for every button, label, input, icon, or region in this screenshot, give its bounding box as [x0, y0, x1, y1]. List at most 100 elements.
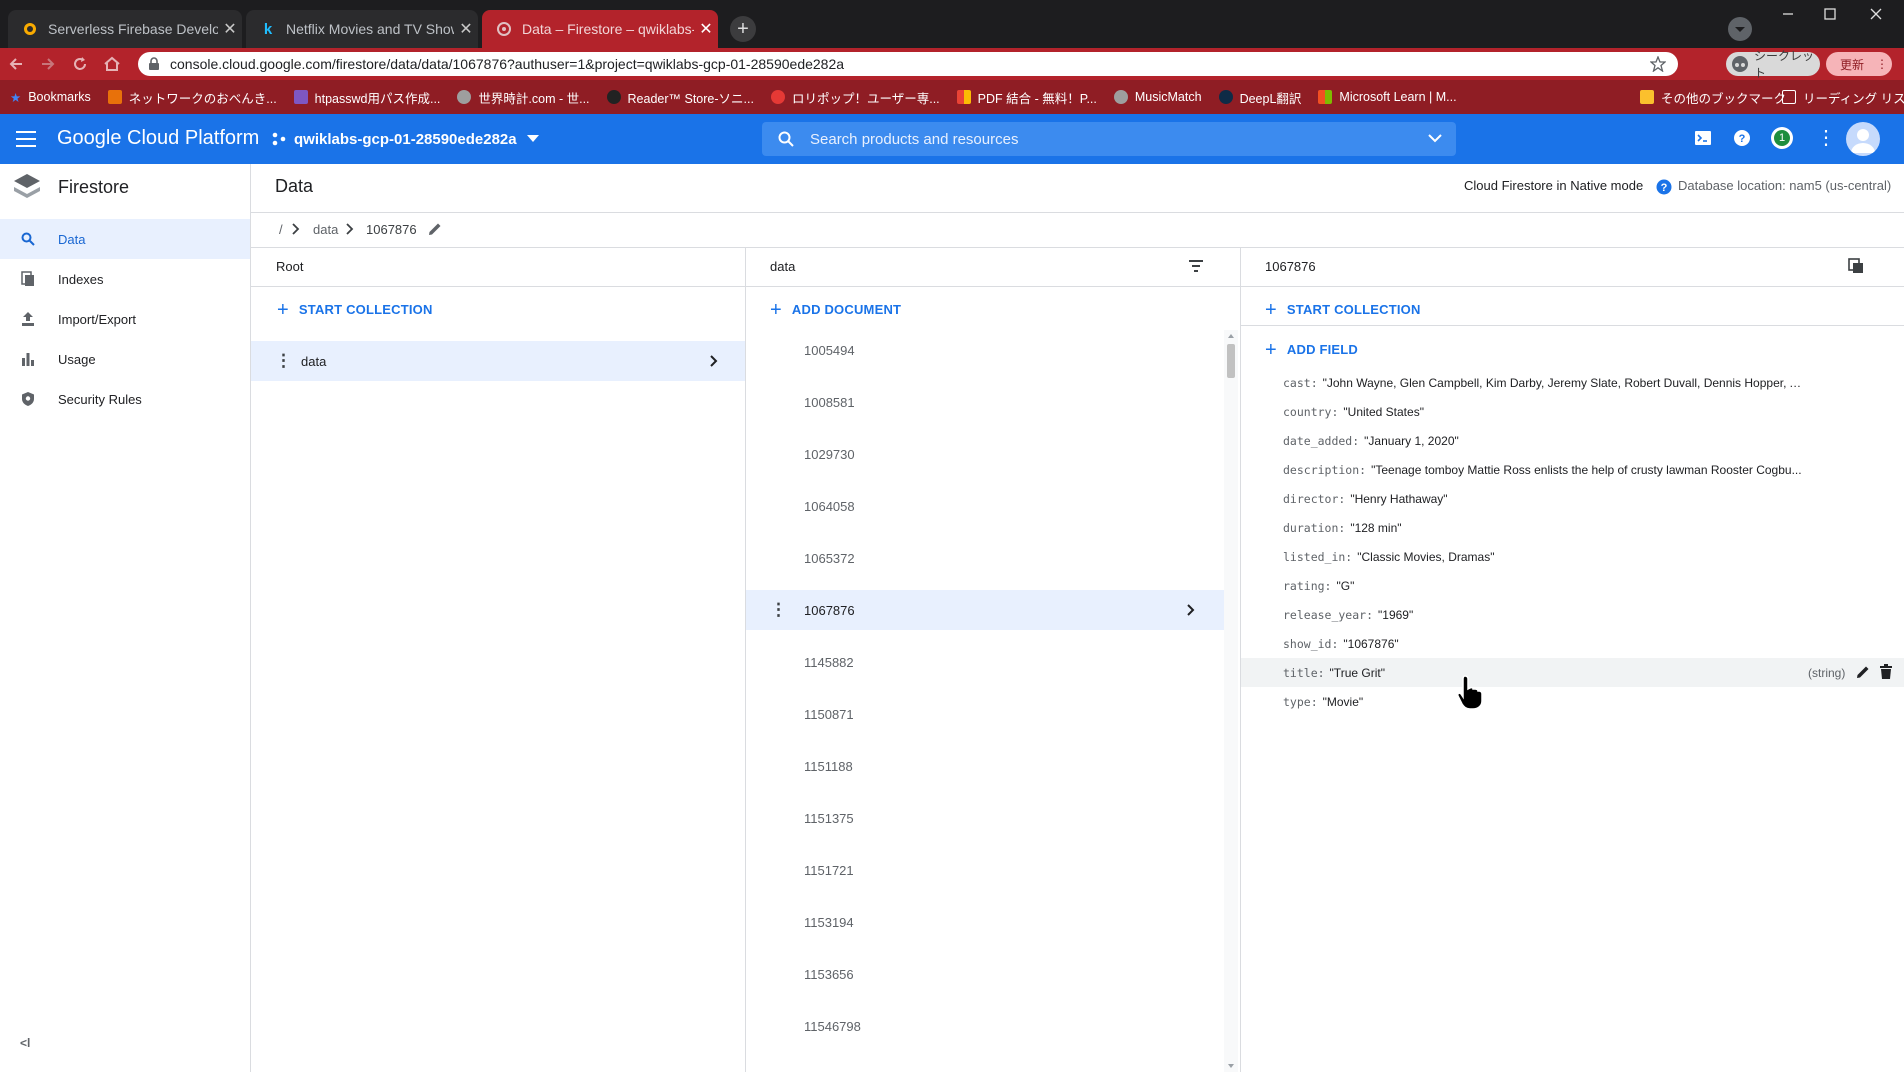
bookmark-item[interactable]: MusicMatch — [1113, 90, 1202, 104]
breadcrumb-root[interactable]: / — [279, 222, 283, 237]
bookmark-item[interactable]: PDF 結合 - 無料！P... — [956, 88, 1097, 107]
delete-icon[interactable] — [1879, 664, 1893, 680]
maximize-button[interactable] — [1816, 4, 1844, 24]
document-row[interactable]: 1008581 — [746, 382, 1224, 422]
bookmark-item[interactable]: Reader™ Store-ソニ... — [606, 88, 754, 107]
field-row-hovered[interactable]: title: "True Grit" (string) — [1241, 658, 1904, 687]
field-row[interactable]: rating: "G" — [1241, 571, 1901, 600]
minimize-button[interactable] — [1774, 4, 1802, 24]
sidebar-item-security-rules[interactable]: Security Rules — [0, 379, 250, 419]
document-list: 1005494 1008581 1029730 1064058 1065372 … — [746, 330, 1224, 1072]
document-row[interactable]: 1151188 — [746, 746, 1224, 786]
search-bar[interactable]: Search products and resources — [762, 122, 1456, 156]
help-icon[interactable]: ? — [1656, 179, 1672, 195]
browser-tab[interactable]: Serverless Firebase Development ✕ — [8, 10, 242, 48]
field-row[interactable]: duration: "128 min" — [1241, 513, 1901, 542]
field-row[interactable]: show_id: "1067876" — [1241, 629, 1901, 658]
star-icon[interactable] — [1650, 56, 1666, 72]
edit-icon[interactable] — [1855, 664, 1871, 680]
field-row[interactable]: type: "Movie" — [1241, 687, 1901, 716]
close-icon[interactable]: ✕ — [218, 19, 242, 39]
document-row[interactable]: 1064058 — [746, 486, 1224, 526]
filter-icon[interactable] — [1188, 259, 1204, 273]
document-row[interactable]: 1153194 — [746, 902, 1224, 942]
gcp-brand[interactable]: Google Cloud Platform — [57, 127, 259, 150]
document-row-selected[interactable]: ⋮ 1067876 — [746, 590, 1224, 630]
root-panel: Root + START COLLECTION ⋮ data — [251, 248, 746, 1072]
start-collection-button[interactable]: + START COLLECTION — [1265, 300, 1421, 320]
browser-tab[interactable]: k Netflix Movies and TV Shows | Ka ✕ — [246, 10, 478, 48]
reload-icon[interactable] — [70, 54, 90, 74]
tab-search-button[interactable] — [1728, 17, 1752, 41]
add-field-button[interactable]: + ADD FIELD — [1265, 340, 1358, 360]
sidebar-item-data[interactable]: Data — [0, 219, 250, 259]
back-arrow-icon[interactable] — [6, 54, 26, 74]
field-row[interactable]: country: "United States" — [1241, 397, 1901, 426]
reading-list[interactable]: リーディング リスト — [1782, 88, 1904, 107]
breadcrumb-document[interactable]: 1067876 — [366, 222, 417, 237]
firestore-logo-icon — [12, 172, 42, 202]
browser-tab-active[interactable]: Data – Firestore – qwiklabs-gcp- ✕ — [482, 10, 718, 48]
new-tab-button[interactable]: + — [730, 16, 756, 42]
scrollbar[interactable] — [1224, 330, 1238, 1072]
avatar[interactable] — [1846, 122, 1880, 156]
field-row[interactable]: listed_in: "Classic Movies, Dramas" — [1241, 542, 1901, 571]
bookmark-item[interactable]: DeepL翻訳 — [1218, 88, 1301, 107]
window-close-button[interactable] — [1862, 4, 1890, 24]
project-selector[interactable]: qwiklabs-gcp-01-28590ede282a — [272, 126, 539, 152]
bookmark-item[interactable]: Microsoft Learn | M... — [1318, 90, 1457, 104]
document-row[interactable]: 1151721 — [746, 850, 1224, 890]
forward-arrow-icon[interactable] — [38, 54, 58, 74]
incognito-button[interactable]: シークレット — [1726, 49, 1820, 80]
document-row[interactable]: 11546798 — [746, 1006, 1224, 1046]
document-row[interactable]: 1150871 — [746, 694, 1224, 734]
add-document-button[interactable]: + ADD DOCUMENT — [770, 300, 901, 320]
chevron-down-icon[interactable] — [1428, 134, 1442, 144]
field-row[interactable]: date_added: "January 1, 2020" — [1241, 426, 1901, 455]
help-icon[interactable]: ? — [1733, 129, 1751, 147]
bookmark-label: 世界時計.com - 世... — [478, 91, 590, 106]
document-row[interactable]: 1145882 — [746, 642, 1224, 682]
document-row[interactable]: 1029730 — [746, 434, 1224, 474]
close-icon[interactable]: ✕ — [454, 19, 478, 39]
panel-header: data — [746, 248, 1240, 287]
document-id: 1153656 — [804, 966, 854, 982]
other-bookmarks[interactable]: その他のブックマーク — [1640, 88, 1786, 107]
bookmark-item[interactable]: 世界時計.com - 世... — [457, 88, 590, 107]
field-row[interactable]: release_year: "1969" — [1241, 600, 1901, 629]
more-vert-icon[interactable]: ⋮ — [770, 600, 787, 620]
notifications-button[interactable]: 1 — [1771, 127, 1793, 149]
field-row[interactable]: description: "Teenage tomboy Mattie Ross … — [1241, 455, 1901, 484]
close-icon[interactable]: ✕ — [694, 19, 718, 39]
bookmark-item[interactable]: ★ Bookmarks — [10, 90, 91, 105]
bookmark-item[interactable]: htpasswd用パス作成... — [293, 88, 440, 107]
update-button[interactable]: 更新 ⋮ — [1826, 52, 1892, 76]
home-icon[interactable] — [102, 54, 122, 74]
field-row[interactable]: cast: "John Wayne, Glen Campbell, Kim Dar… — [1241, 368, 1901, 397]
document-row[interactable]: 1153656 — [746, 954, 1224, 994]
lock-icon — [148, 57, 160, 71]
address-bar[interactable]: console.cloud.google.com/firestore/data/… — [138, 52, 1678, 76]
more-vert-icon[interactable]: ⋮ — [275, 351, 292, 371]
breadcrumb-collection[interactable]: data — [313, 222, 338, 237]
document-id: 1153194 — [804, 914, 854, 930]
cloud-shell-icon[interactable] — [1694, 129, 1712, 147]
bookmark-item[interactable]: ロリポップ！ユーザー専... — [770, 88, 940, 107]
document-row[interactable]: 1151375 — [746, 798, 1224, 838]
collection-row[interactable]: ⋮ data — [251, 341, 745, 381]
hamburger-menu-icon[interactable] — [16, 129, 38, 149]
start-collection-button[interactable]: + START COLLECTION — [277, 300, 433, 320]
more-vert-icon[interactable]: ⋮ — [1816, 127, 1836, 149]
sidebar-item-indexes[interactable]: Indexes — [0, 259, 250, 299]
search-input[interactable]: Search products and resources — [810, 131, 1018, 148]
copy-icon[interactable] — [1848, 258, 1864, 274]
field-value: "1969" — [1378, 607, 1414, 622]
sidebar-item-import-export[interactable]: Import/Export — [0, 299, 250, 339]
document-row[interactable]: 1005494 — [746, 330, 1224, 370]
collapse-sidebar-button[interactable]: <l — [20, 1036, 30, 1050]
sidebar-item-usage[interactable]: Usage — [0, 339, 250, 379]
edit-path-icon[interactable] — [427, 221, 443, 237]
field-row[interactable]: director: "Henry Hathaway" — [1241, 484, 1901, 513]
document-row[interactable]: 1065372 — [746, 538, 1224, 578]
bookmark-item[interactable]: ネットワークのおべんき... — [107, 88, 277, 107]
